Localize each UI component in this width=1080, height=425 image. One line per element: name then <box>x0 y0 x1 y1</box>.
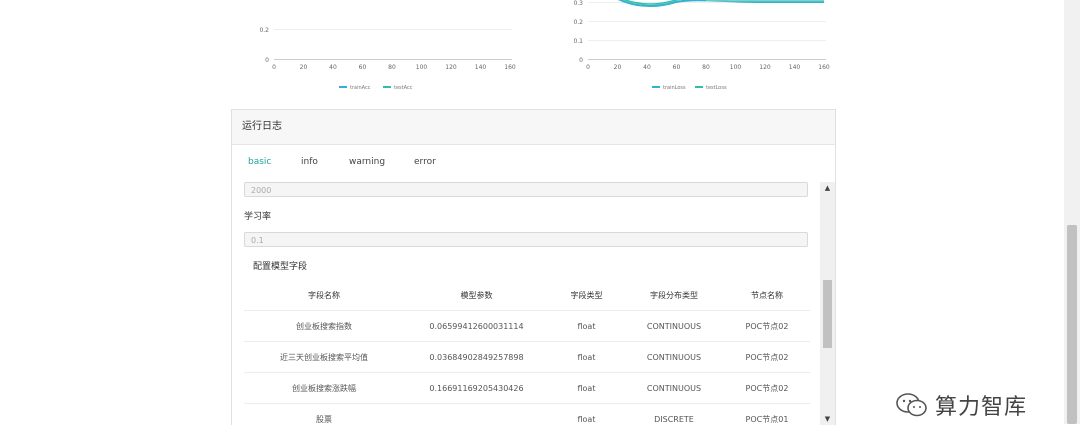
x-tick: 60 <box>673 64 681 71</box>
cell: 股票 <box>244 404 404 425</box>
scroll-up-arrow-icon[interactable]: ▲ <box>820 182 835 194</box>
readonly-field: 2000 <box>244 182 808 197</box>
watermark-text: 算力智库 <box>935 389 1027 421</box>
table-row: 近三天创业板搜索平均值 0.03684902849257898 float CO… <box>244 342 810 373</box>
x-tick: 0 <box>272 64 276 71</box>
tab-basic[interactable]: basic <box>248 157 271 167</box>
x-tick: 40 <box>643 64 651 71</box>
cell: POC节点02 <box>724 373 810 404</box>
x-tick: 140 <box>789 64 801 71</box>
page-scrollbar[interactable] <box>1064 0 1080 424</box>
x-tick: 0 <box>586 64 590 71</box>
log-tabs: basic info warning error <box>232 145 835 183</box>
log-scrollbar[interactable]: ▲ ▼ <box>820 182 835 425</box>
scroll-thumb[interactable] <box>823 280 832 348</box>
cell: POC节点02 <box>724 311 810 342</box>
legend-label: testLoss <box>706 85 727 91</box>
y-tick: 0.2 <box>259 27 269 34</box>
legend-label: trainAcc <box>350 85 371 91</box>
table-row: 创业板搜索涨跌幅 0.16691169205430426 float CONTI… <box>244 373 810 404</box>
log-content: 2000 学习率 0.1 配置模型字段 字段名称 模型参数 字段类型 字段分布类… <box>232 182 820 425</box>
y-tick: 0.1 <box>573 38 583 45</box>
legend-label: testAcc <box>394 85 413 91</box>
section-title: 配置模型字段 <box>253 259 307 272</box>
cell: 0.06599412600031114 <box>404 311 549 342</box>
x-tick: 20 <box>614 64 622 71</box>
x-tick: 80 <box>388 64 396 71</box>
cell: float <box>549 311 624 342</box>
col-header: 字段名称 <box>244 280 404 311</box>
loss-chart: 0.3 0.2 0.1 0 0 20 40 60 80 100 120 140 … <box>556 0 856 100</box>
x-tick: 120 <box>445 64 457 71</box>
watermark: 算力智库 <box>895 390 1027 420</box>
legend-label: trainLoss <box>663 85 686 91</box>
accuracy-chart: 0.2 0 0 20 40 60 80 100 120 140 160 trai… <box>240 0 540 100</box>
tab-warning[interactable]: warning <box>349 157 385 167</box>
cell: CONTINUOUS <box>624 311 724 342</box>
page-scroll-thumb[interactable] <box>1067 225 1077 424</box>
cell: float <box>549 342 624 373</box>
x-tick: 120 <box>759 64 771 71</box>
x-tick: 160 <box>504 64 516 71</box>
cell: POC节点01 <box>724 404 810 425</box>
learning-rate-field: 0.1 <box>244 232 808 247</box>
cell: 0.16691169205430426 <box>404 373 549 404</box>
table-row: 创业板搜索指数 0.06599412600031114 float CONTIN… <box>244 311 810 342</box>
x-tick: 140 <box>475 64 487 71</box>
y-tick: 0.2 <box>573 19 583 26</box>
model-field-table: 字段名称 模型参数 字段类型 字段分布类型 节点名称 创业板搜索指数 0.065… <box>244 280 810 425</box>
col-header: 模型参数 <box>404 280 549 311</box>
y-tick: 0 <box>579 57 583 64</box>
x-tick: 80 <box>702 64 710 71</box>
x-tick: 40 <box>329 64 337 71</box>
table-header-row: 字段名称 模型参数 字段类型 字段分布类型 节点名称 <box>244 280 810 311</box>
panel-title: 运行日志 <box>232 110 835 145</box>
cell: float <box>549 373 624 404</box>
learning-rate-label: 学习率 <box>244 209 271 222</box>
wechat-icon <box>895 392 929 418</box>
tab-info[interactable]: info <box>301 157 318 167</box>
x-tick: 100 <box>416 64 428 71</box>
cell <box>404 404 549 425</box>
col-header: 字段分布类型 <box>624 280 724 311</box>
x-tick: 160 <box>818 64 830 71</box>
scroll-down-arrow-icon[interactable]: ▼ <box>820 413 835 425</box>
cell: CONTINUOUS <box>624 373 724 404</box>
x-tick: 20 <box>300 64 308 71</box>
x-tick: 100 <box>730 64 742 71</box>
col-header: 节点名称 <box>724 280 810 311</box>
cell: 创业板搜索指数 <box>244 311 404 342</box>
y-tick: 0.3 <box>573 0 583 7</box>
cell: DISCRETE <box>624 404 724 425</box>
cell: 近三天创业板搜索平均值 <box>244 342 404 373</box>
y-tick: 0 <box>265 57 269 64</box>
table-row: 股票 float DISCRETE POC节点01 <box>244 404 810 425</box>
cell: 创业板搜索涨跌幅 <box>244 373 404 404</box>
tab-error[interactable]: error <box>414 157 436 167</box>
col-header: 字段类型 <box>549 280 624 311</box>
x-tick: 60 <box>359 64 367 71</box>
cell: float <box>549 404 624 425</box>
cell: POC节点02 <box>724 342 810 373</box>
cell: CONTINUOUS <box>624 342 724 373</box>
run-log-panel: 运行日志 basic info warning error 2000 学习率 0… <box>231 109 836 425</box>
cell: 0.03684902849257898 <box>404 342 549 373</box>
